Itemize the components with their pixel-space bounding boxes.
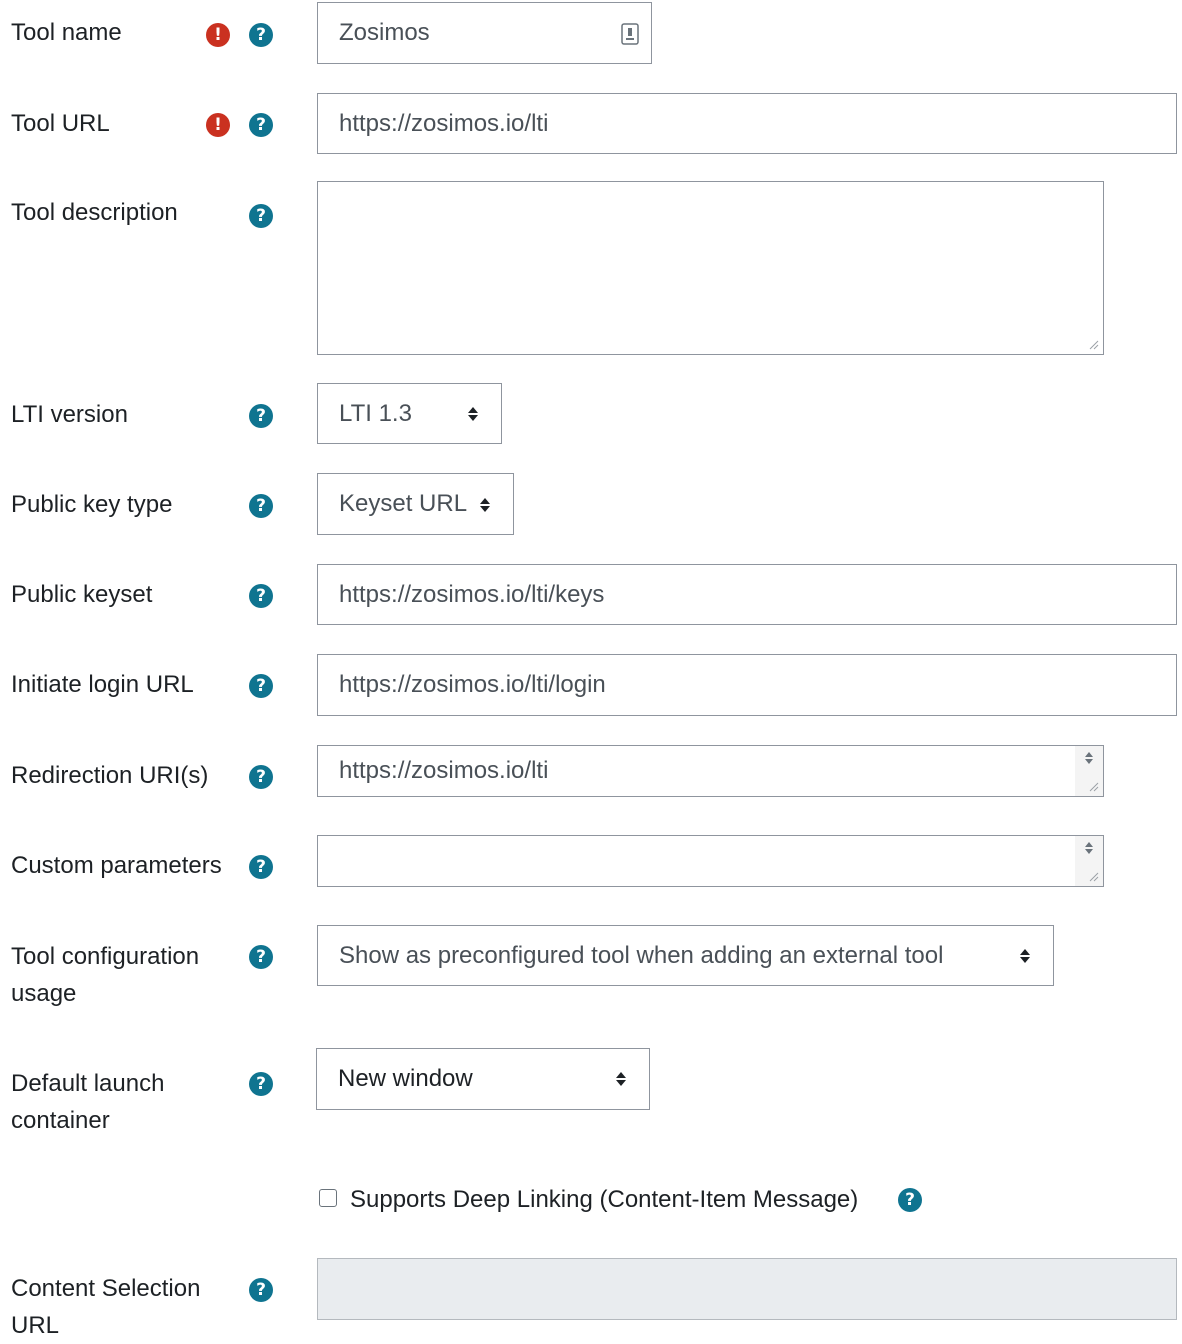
- label-line: Content Selection: [11, 1275, 201, 1302]
- tool-description-label: Tool description: [11, 199, 178, 226]
- help-icon[interactable]: ?: [249, 204, 273, 228]
- lti-version-label: LTI version: [11, 401, 128, 428]
- resize-grip-icon[interactable]: [1087, 870, 1099, 882]
- redirection-uris-textarea[interactable]: https://zosimos.io/lti: [317, 745, 1104, 797]
- scroll-arrows-icon: [1085, 842, 1093, 854]
- help-icon[interactable]: ?: [249, 404, 273, 428]
- public-key-type-selected: Keyset URL: [339, 490, 468, 517]
- tool-description-textarea[interactable]: [317, 181, 1104, 355]
- redirection-uris-label: Redirection URI(s): [11, 762, 209, 789]
- custom-parameters-label: Custom parameters: [11, 852, 222, 879]
- resize-grip-icon[interactable]: [1087, 780, 1099, 792]
- initiate-login-url-value: https://zosimos.io/lti/login: [339, 671, 606, 698]
- required-icon: !: [206, 23, 230, 47]
- textarea-scrollbar[interactable]: [1075, 836, 1103, 886]
- help-icon[interactable]: ?: [249, 765, 273, 789]
- initiate-login-url-input[interactable]: https://zosimos.io/lti/login: [317, 654, 1177, 716]
- tool-configuration-usage-selected: Show as preconfigured tool when adding a…: [339, 941, 944, 969]
- content-selection-url-input[interactable]: [317, 1258, 1177, 1320]
- help-icon[interactable]: ?: [249, 494, 273, 518]
- tool-name-input[interactable]: Zosimos: [317, 2, 652, 64]
- default-launch-container-selected: New window: [338, 1065, 473, 1092]
- redirection-uris-value: https://zosimos.io/lti: [339, 757, 549, 784]
- public-keyset-value: https://zosimos.io/lti/keys: [339, 580, 605, 608]
- label-line: container: [11, 1107, 110, 1134]
- help-icon[interactable]: ?: [898, 1188, 922, 1212]
- initiate-login-url-label: Initiate login URL: [11, 671, 194, 698]
- tool-name-value: Zosimos: [339, 19, 430, 46]
- help-icon[interactable]: ?: [249, 945, 273, 969]
- help-icon[interactable]: ?: [249, 23, 273, 47]
- tool-configuration-usage-select[interactable]: Show as preconfigured tool when adding a…: [317, 925, 1054, 986]
- scroll-arrows-icon: [1085, 752, 1093, 764]
- label-line: Default launch: [11, 1070, 165, 1097]
- supports-deep-linking-label[interactable]: Supports Deep Linking (Content-Item Mess…: [350, 1181, 858, 1218]
- select-caret-icon: [480, 498, 490, 512]
- select-caret-icon: [616, 1072, 626, 1086]
- help-icon[interactable]: ?: [249, 855, 273, 879]
- select-caret-icon: [1020, 949, 1030, 963]
- help-icon[interactable]: ?: [249, 674, 273, 698]
- textarea-scrollbar[interactable]: [1075, 746, 1103, 796]
- public-key-type-select[interactable]: Keyset URL: [317, 473, 514, 535]
- default-launch-container-label: Default launch container: [11, 1065, 241, 1139]
- help-icon[interactable]: ?: [249, 1278, 273, 1302]
- default-launch-container-select[interactable]: New window: [316, 1048, 650, 1110]
- help-icon[interactable]: ?: [249, 113, 273, 137]
- tool-url-value: https://zosimos.io/lti: [339, 109, 549, 137]
- public-keyset-label: Public keyset: [11, 581, 153, 608]
- label-line: Tool configuration: [11, 943, 200, 970]
- public-key-type-label: Public key type: [11, 491, 173, 518]
- content-selection-url-label: Content Selection URL: [11, 1270, 241, 1344]
- label-line: usage: [11, 980, 77, 1007]
- lti-version-select[interactable]: LTI 1.3: [317, 383, 502, 444]
- resize-grip-icon[interactable]: [1087, 338, 1099, 350]
- label-line: URL: [11, 1312, 60, 1339]
- lti-version-selected: LTI 1.3: [339, 399, 412, 427]
- help-icon[interactable]: ?: [249, 1072, 273, 1096]
- select-caret-icon: [468, 407, 478, 421]
- public-keyset-input[interactable]: https://zosimos.io/lti/keys: [317, 564, 1177, 625]
- tool-configuration-usage-label: Tool configuration usage: [11, 938, 241, 1012]
- custom-parameters-textarea[interactable]: [317, 835, 1104, 887]
- autofill-icon: [621, 23, 639, 45]
- supports-deep-linking-checkbox[interactable]: [319, 1189, 337, 1207]
- help-icon[interactable]: ?: [249, 584, 273, 608]
- tool-url-input[interactable]: https://zosimos.io/lti: [317, 93, 1177, 154]
- required-icon: !: [206, 113, 230, 137]
